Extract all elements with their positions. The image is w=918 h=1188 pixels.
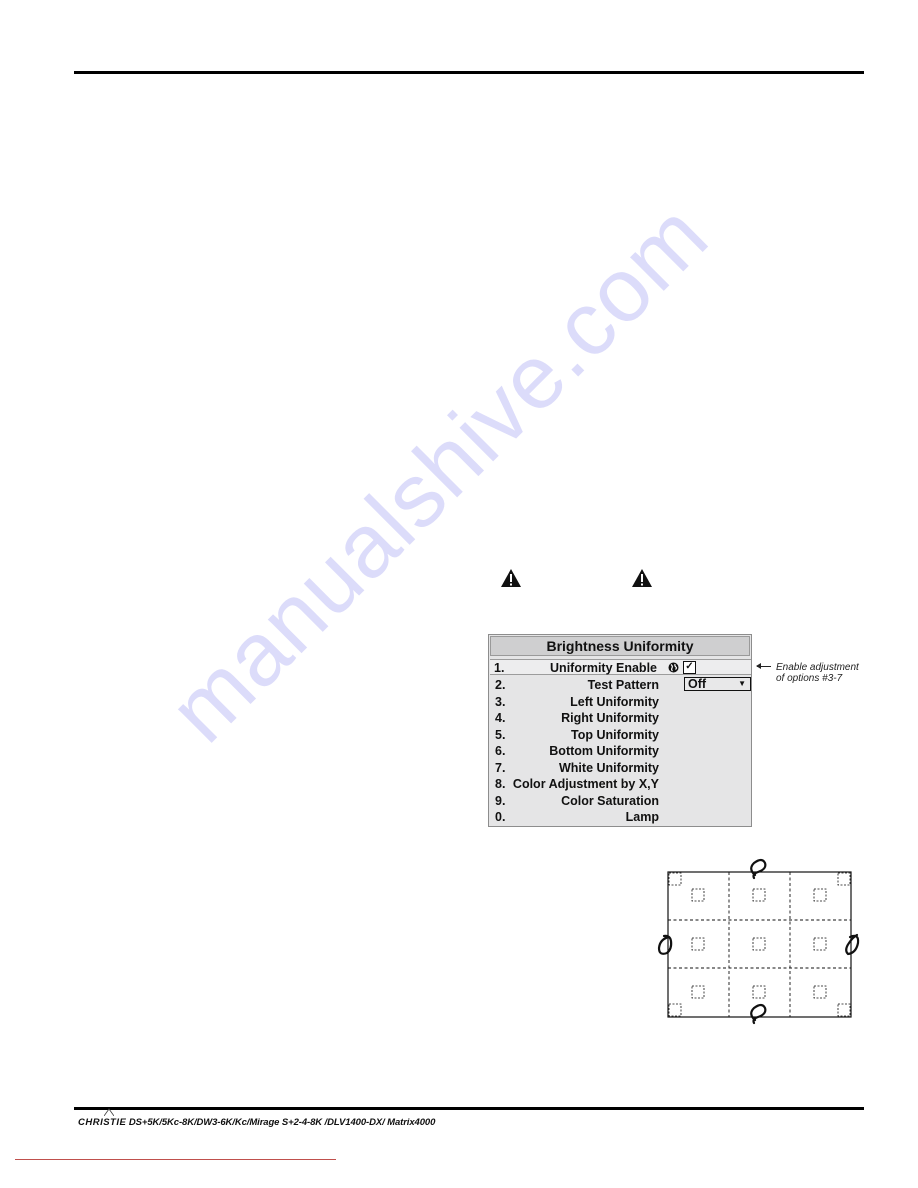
test-pattern-dropdown[interactable]: Off ▼ (684, 677, 751, 691)
bottom-adjust-knob-icon (750, 1003, 767, 1025)
menu-item-number: 0. (495, 810, 506, 824)
screen-frame (667, 871, 852, 1018)
menu-item-number: 4. (495, 711, 506, 725)
menu-item-label: Color Saturation (561, 793, 659, 808)
menu-item-number: 7. (495, 760, 506, 775)
zone-marker (813, 888, 827, 902)
uniformity-zone-diagram (650, 855, 865, 1030)
menu-item-number: 6. (495, 744, 506, 758)
logo-caret-icon (104, 1108, 114, 1116)
menu-item-number: 9. (495, 793, 506, 808)
menu-item-top-uniformity[interactable]: 5. Top Uniformity (491, 727, 753, 743)
menu-item-label: Color Adjustment by X,Y (512, 777, 659, 791)
menu-item-number: 5. (495, 727, 506, 742)
menu-item-label: Top Uniformity (571, 727, 659, 742)
zone-marker (691, 937, 705, 951)
menu-item-lamp[interactable]: 0. Lamp (491, 809, 753, 825)
corner-marker (668, 872, 682, 886)
menu-item-label: Right Uniformity (561, 711, 659, 725)
menu-item-color-adjustment[interactable]: 8. Color Adjustment by X,Y (491, 776, 753, 792)
menu-item-label: Bottom Uniformity (549, 744, 659, 758)
menu-item-label: Test Pattern (587, 678, 659, 692)
zone-marker (752, 937, 766, 951)
menu-item-uniformity-enable[interactable]: 1. Uniformity Enable ✓ (490, 659, 751, 675)
menu-item-number: 1. (494, 661, 505, 675)
menu-item-right-uniformity[interactable]: 4. Right Uniformity (491, 710, 753, 726)
warning-icon (631, 568, 653, 588)
corner-marker (837, 872, 851, 886)
menu-item-number: 2. (495, 678, 506, 692)
menu-item-left-uniformity[interactable]: 3. Left Uniformity (491, 694, 753, 710)
zone-marker (813, 985, 827, 999)
annotation-line-2: of options #3-7 (776, 673, 843, 684)
brand-logo: CHRISTIE (78, 1117, 127, 1128)
footer-model-line: CHRISTIE DS+5K/5Kc-8K/DW3-6K/Kc/Mirage S… (78, 1108, 436, 1128)
model-list: DS+5K/5Kc-8K/DW3-6K/Kc/Mirage S+2-4-8K /… (128, 1117, 436, 1128)
menu-item-label: Uniformity Enable (550, 661, 657, 675)
annotation-line-1: Enable adjustment (776, 662, 859, 673)
menu-item-white-uniformity[interactable]: 7. White Uniformity (491, 760, 753, 776)
chevron-down-icon: ▼ (738, 679, 746, 688)
menu-item-bottom-uniformity[interactable]: 6. Bottom Uniformity (491, 743, 753, 759)
footer-rule (74, 1107, 864, 1110)
zone-marker (813, 937, 827, 951)
annotation-arrow-line (757, 666, 771, 667)
zone-marker (691, 888, 705, 902)
brightness-uniformity-menu: Brightness Uniformity 1. Uniformity Enab… (488, 634, 752, 827)
menu-item-number: 8. (495, 777, 506, 791)
uniformity-enable-checkbox[interactable]: ✓ (683, 661, 696, 674)
menu-item-color-saturation[interactable]: 9. Color Saturation (491, 793, 753, 809)
menu-item-label: Lamp (625, 810, 659, 824)
zone-grid-lines (668, 872, 851, 1017)
menu-item-label: White Uniformity (559, 760, 659, 775)
menu-item-test-pattern[interactable]: 2. Test Pattern Off ▼ (491, 677, 753, 693)
globe-icon (668, 662, 679, 673)
dropdown-value: Off (688, 677, 707, 691)
top-adjust-knob-icon (750, 858, 767, 880)
zone-marker (752, 985, 766, 999)
link-underline[interactable] (15, 1159, 336, 1160)
menu-item-label: Left Uniformity (570, 694, 659, 709)
corner-marker (837, 1003, 851, 1017)
menu-item-number: 3. (495, 694, 506, 709)
header-rule (74, 71, 864, 74)
left-adjust-knob-icon (657, 934, 673, 955)
zone-marker (691, 985, 705, 999)
zone-marker (752, 888, 766, 902)
corner-marker (668, 1003, 682, 1017)
warning-icon (500, 568, 522, 588)
menu-title: Brightness Uniformity (490, 636, 750, 656)
right-adjust-knob-icon (845, 933, 860, 956)
